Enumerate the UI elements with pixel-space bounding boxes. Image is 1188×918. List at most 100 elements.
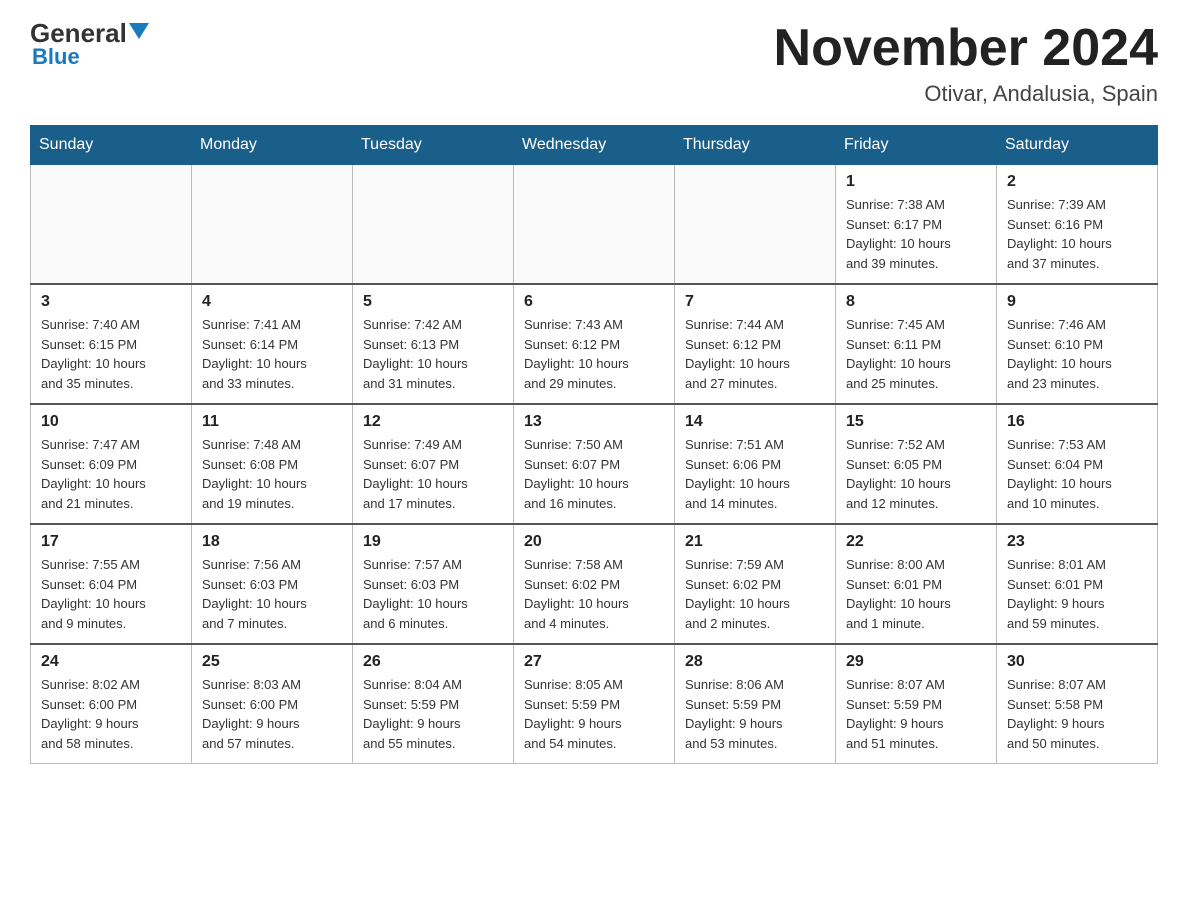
day-number: 13 [524, 413, 664, 431]
calendar-cell: 26Sunrise: 8:04 AMSunset: 5:59 PMDayligh… [353, 644, 514, 764]
calendar-cell: 5 Sunrise: 7:42 AMSunset: 6:13 PMDaylight… [353, 284, 514, 404]
day-info: Sunrise: 7:50 AMSunset: 6:07 PMDaylight:… [524, 435, 664, 513]
day-number: 6 [524, 293, 664, 311]
calendar-cell: 4 Sunrise: 7:41 AMSunset: 6:14 PMDaylight… [192, 284, 353, 404]
day-info: Sunrise: 7:56 AMSunset: 6:03 PMDaylight:… [202, 555, 342, 633]
day-number: 26 [363, 653, 503, 671]
calendar-header-thursday: Thursday [675, 126, 836, 165]
day-number: 5 [363, 293, 503, 311]
calendar-header-friday: Friday [836, 126, 997, 165]
day-number: 25 [202, 653, 342, 671]
day-info: Sunrise: 7:58 AMSunset: 6:02 PMDaylight:… [524, 555, 664, 633]
day-number: 2 [1007, 173, 1147, 191]
day-number: 24 [41, 653, 181, 671]
day-number: 16 [1007, 413, 1147, 431]
day-info: Sunrise: 8:05 AMSunset: 5:59 PMDaylight:… [524, 675, 664, 753]
day-number: 7 [685, 293, 825, 311]
calendar-cell: 10 Sunrise: 7:47 AMSunset: 6:09 PMDayligh… [31, 404, 192, 524]
day-info: Sunrise: 8:01 AMSunset: 6:01 PMDaylight:… [1007, 555, 1147, 633]
calendar-cell: 17 Sunrise: 7:55 AMSunset: 6:04 PMDayligh… [31, 524, 192, 644]
day-number: 14 [685, 413, 825, 431]
calendar-cell: 12Sunrise: 7:49 AMSunset: 6:07 PMDayligh… [353, 404, 514, 524]
calendar-cell: 13 Sunrise: 7:50 AMSunset: 6:07 PMDayligh… [514, 404, 675, 524]
calendar-header-sunday: Sunday [31, 126, 192, 165]
calendar-cell: 29Sunrise: 8:07 AMSunset: 5:59 PMDayligh… [836, 644, 997, 764]
calendar-cell: 2 Sunrise: 7:39 AMSunset: 6:16 PMDaylight… [997, 165, 1158, 285]
day-number: 9 [1007, 293, 1147, 311]
calendar-header-saturday: Saturday [997, 126, 1158, 165]
calendar-cell: 21 Sunrise: 7:59 AMSunset: 6:02 PMDayligh… [675, 524, 836, 644]
calendar-header-monday: Monday [192, 126, 353, 165]
day-number: 3 [41, 293, 181, 311]
day-info: Sunrise: 7:45 AMSunset: 6:11 PMDaylight:… [846, 315, 986, 393]
day-number: 27 [524, 653, 664, 671]
day-number: 8 [846, 293, 986, 311]
calendar-cell: 16 Sunrise: 7:53 AMSunset: 6:04 PMDayligh… [997, 404, 1158, 524]
day-number: 21 [685, 533, 825, 551]
day-number: 10 [41, 413, 181, 431]
calendar-cell [514, 165, 675, 285]
day-info: Sunrise: 7:53 AMSunset: 6:04 PMDaylight:… [1007, 435, 1147, 513]
day-info: Sunrise: 7:55 AMSunset: 6:04 PMDaylight:… [41, 555, 181, 633]
calendar-cell: 8 Sunrise: 7:45 AMSunset: 6:11 PMDaylight… [836, 284, 997, 404]
day-info: Sunrise: 7:38 AMSunset: 6:17 PMDaylight:… [846, 195, 986, 273]
day-info: Sunrise: 8:00 AMSunset: 6:01 PMDaylight:… [846, 555, 986, 633]
calendar-week-row: 1 Sunrise: 7:38 AMSunset: 6:17 PMDaylight… [31, 165, 1158, 285]
calendar-cell: 25 Sunrise: 8:03 AMSunset: 6:00 PMDayligh… [192, 644, 353, 764]
day-info: Sunrise: 7:41 AMSunset: 6:14 PMDaylight:… [202, 315, 342, 393]
calendar-cell: 27 Sunrise: 8:05 AMSunset: 5:59 PMDayligh… [514, 644, 675, 764]
day-number: 11 [202, 413, 342, 431]
calendar-cell: 22Sunrise: 8:00 AMSunset: 6:01 PMDayligh… [836, 524, 997, 644]
day-info: Sunrise: 8:06 AMSunset: 5:59 PMDaylight:… [685, 675, 825, 753]
calendar-cell: 15 Sunrise: 7:52 AMSunset: 6:05 PMDayligh… [836, 404, 997, 524]
day-info: Sunrise: 7:44 AMSunset: 6:12 PMDaylight:… [685, 315, 825, 393]
day-number: 30 [1007, 653, 1147, 671]
calendar-cell [31, 165, 192, 285]
day-number: 4 [202, 293, 342, 311]
calendar-cell: 3Sunrise: 7:40 AMSunset: 6:15 PMDaylight… [31, 284, 192, 404]
calendar-cell: 30 Sunrise: 8:07 AMSunset: 5:58 PMDayligh… [997, 644, 1158, 764]
calendar-header-tuesday: Tuesday [353, 126, 514, 165]
day-info: Sunrise: 7:52 AMSunset: 6:05 PMDaylight:… [846, 435, 986, 513]
calendar-cell: 23 Sunrise: 8:01 AMSunset: 6:01 PMDayligh… [997, 524, 1158, 644]
day-info: Sunrise: 8:03 AMSunset: 6:00 PMDaylight:… [202, 675, 342, 753]
day-info: Sunrise: 7:48 AMSunset: 6:08 PMDaylight:… [202, 435, 342, 513]
logo: General Blue [30, 20, 149, 70]
calendar-cell [353, 165, 514, 285]
day-info: Sunrise: 8:07 AMSunset: 5:58 PMDaylight:… [1007, 675, 1147, 753]
day-info: Sunrise: 7:59 AMSunset: 6:02 PMDaylight:… [685, 555, 825, 633]
calendar-week-row: 17 Sunrise: 7:55 AMSunset: 6:04 PMDayligh… [31, 524, 1158, 644]
day-number: 19 [363, 533, 503, 551]
month-title: November 2024 [774, 20, 1158, 77]
day-info: Sunrise: 7:42 AMSunset: 6:13 PMDaylight:… [363, 315, 503, 393]
day-info: Sunrise: 7:57 AMSunset: 6:03 PMDaylight:… [363, 555, 503, 633]
day-number: 1 [846, 173, 986, 191]
calendar-cell [675, 165, 836, 285]
calendar-cell: 20 Sunrise: 7:58 AMSunset: 6:02 PMDayligh… [514, 524, 675, 644]
logo-triangle-icon [129, 23, 149, 39]
day-number: 23 [1007, 533, 1147, 551]
day-info: Sunrise: 8:07 AMSunset: 5:59 PMDaylight:… [846, 675, 986, 753]
calendar-table: SundayMondayTuesdayWednesdayThursdayFrid… [30, 125, 1158, 764]
calendar-week-row: 24 Sunrise: 8:02 AMSunset: 6:00 PMDayligh… [31, 644, 1158, 764]
day-info: Sunrise: 7:47 AMSunset: 6:09 PMDaylight:… [41, 435, 181, 513]
calendar-cell: 11 Sunrise: 7:48 AMSunset: 6:08 PMDayligh… [192, 404, 353, 524]
title-area: November 2024 Otivar, Andalusia, Spain [774, 20, 1158, 107]
calendar-header-wednesday: Wednesday [514, 126, 675, 165]
calendar-cell: 28 Sunrise: 8:06 AMSunset: 5:59 PMDayligh… [675, 644, 836, 764]
day-number: 28 [685, 653, 825, 671]
day-info: Sunrise: 7:39 AMSunset: 6:16 PMDaylight:… [1007, 195, 1147, 273]
calendar-cell: 6Sunrise: 7:43 AMSunset: 6:12 PMDaylight… [514, 284, 675, 404]
logo-general: General [30, 20, 127, 46]
day-number: 15 [846, 413, 986, 431]
calendar-cell [192, 165, 353, 285]
logo-blue: Blue [32, 44, 80, 70]
day-number: 18 [202, 533, 342, 551]
calendar-cell: 7 Sunrise: 7:44 AMSunset: 6:12 PMDaylight… [675, 284, 836, 404]
page-header: General Blue November 2024 Otivar, Andal… [30, 20, 1158, 107]
calendar-cell: 9Sunrise: 7:46 AMSunset: 6:10 PMDaylight… [997, 284, 1158, 404]
day-number: 17 [41, 533, 181, 551]
day-info: Sunrise: 7:51 AMSunset: 6:06 PMDaylight:… [685, 435, 825, 513]
day-number: 20 [524, 533, 664, 551]
day-info: Sunrise: 8:02 AMSunset: 6:00 PMDaylight:… [41, 675, 181, 753]
